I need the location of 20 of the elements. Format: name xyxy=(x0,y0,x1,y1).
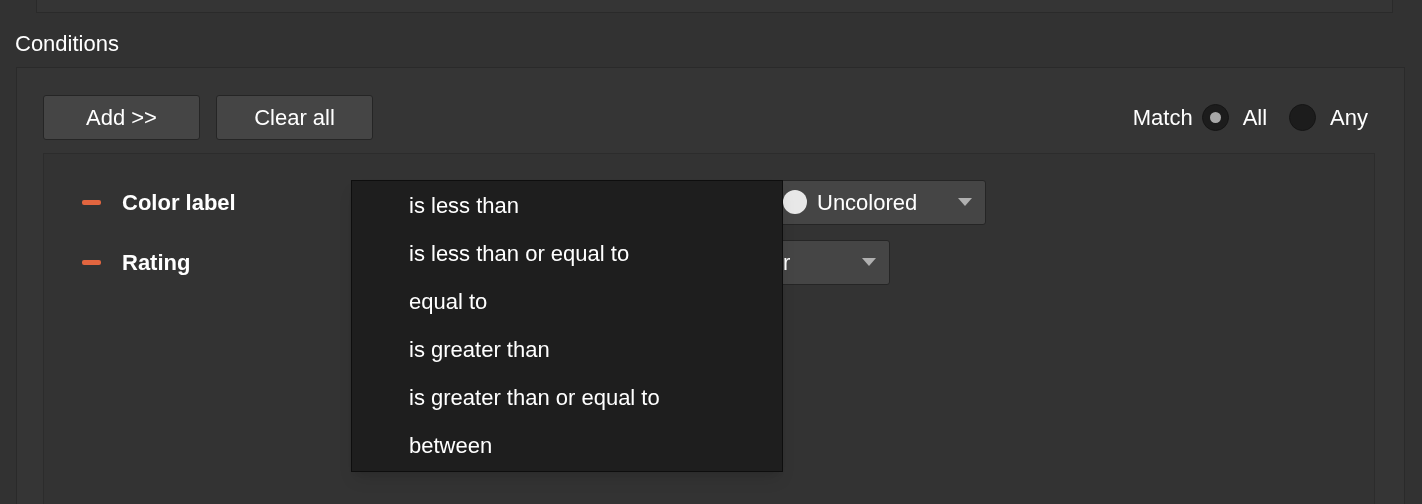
remove-icon[interactable] xyxy=(82,199,101,205)
color-swatch-icon xyxy=(783,190,807,214)
menu-item[interactable]: between xyxy=(352,422,782,470)
radio-button[interactable] xyxy=(1201,103,1229,131)
caret-icon xyxy=(862,258,876,266)
remove-icon[interactable] xyxy=(82,259,101,265)
radio-button[interactable] xyxy=(1289,103,1317,131)
radio-label[interactable]: All xyxy=(1242,100,1268,134)
radio-label[interactable]: Any xyxy=(1330,100,1368,134)
menu-item[interactable]: is greater than or equal to xyxy=(352,374,782,422)
toolbar-button[interactable]: Clear all xyxy=(216,94,373,140)
section-title: Conditions xyxy=(15,31,119,57)
caret-icon xyxy=(958,198,972,206)
condition-field: Rating xyxy=(122,245,322,279)
toolbar-button[interactable]: Add >> xyxy=(43,94,200,140)
match-label: Match xyxy=(1132,103,1193,132)
condition-field: Color label xyxy=(122,185,322,219)
menu-item[interactable]: is greater than xyxy=(352,326,782,374)
dropdown-value: r xyxy=(783,248,791,277)
dropdown-value: Uncolored xyxy=(817,188,918,217)
